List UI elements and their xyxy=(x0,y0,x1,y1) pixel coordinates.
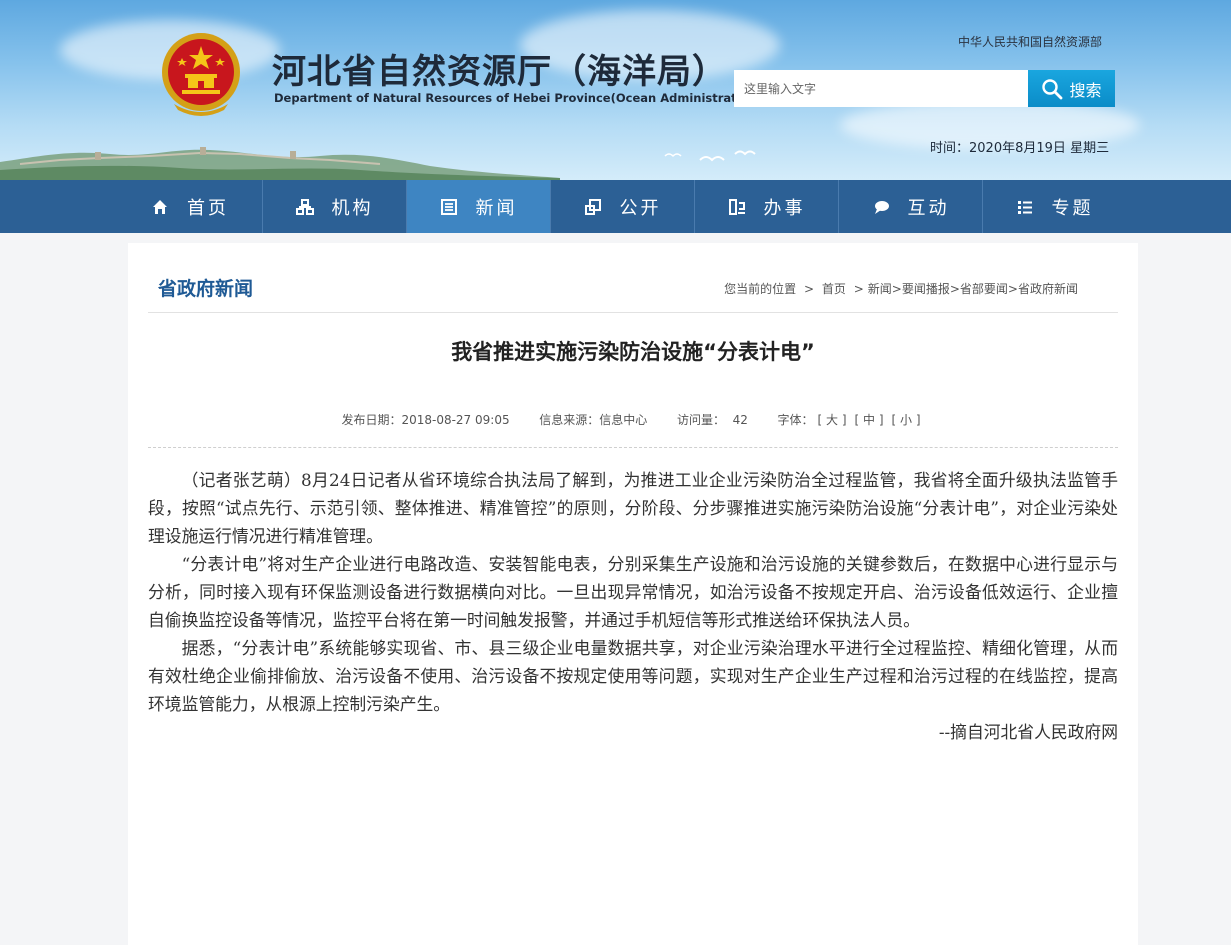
ministry-link[interactable]: 中华人民共和国自然资源部 xyxy=(958,33,1102,50)
list-icon xyxy=(1017,200,1032,214)
weekday: 星期三 xyxy=(1070,141,1110,156)
site-title: 河北省自然资源厅（海洋局） xyxy=(272,52,727,92)
breadcrumb-prefix: 您当前的位置 xyxy=(724,282,797,296)
search-input[interactable] xyxy=(734,70,1028,107)
views-count: 42 xyxy=(732,413,748,427)
search-button-label: 搜索 xyxy=(1069,80,1102,100)
nav-item-label: 办事 xyxy=(763,197,806,219)
font-medium-button[interactable]: [ 中 ] xyxy=(855,413,884,427)
font-size-label: 字体： xyxy=(777,413,814,427)
article-title: 我省推进实施污染防治设施“分表计电” xyxy=(451,340,815,364)
breadcrumb-news[interactable]: 新闻 xyxy=(868,282,892,296)
nav-item-label: 专题 xyxy=(1051,197,1094,219)
views-label: 访问量： xyxy=(676,413,725,427)
date-value: 2020年8月19日 xyxy=(969,141,1066,156)
nav-item-news[interactable]: 新闻 xyxy=(406,180,550,233)
breadcrumb-ministry-news[interactable]: 省部要闻 xyxy=(960,282,1008,296)
org-icon xyxy=(295,198,314,215)
section-title: 省政府新闻 xyxy=(158,278,254,300)
breadcrumb-provincial-news[interactable]: 省政府新闻 xyxy=(1018,282,1078,296)
main-nav: 首页 机构 新闻 公开 办事 互动 专题 xyxy=(0,180,1231,233)
site-header: 河北省自然资源厅（海洋局） Department of Natural Reso… xyxy=(0,0,1231,180)
nav-item-service[interactable]: 办事 xyxy=(694,180,838,233)
date-label: 时间： xyxy=(930,141,970,156)
search-button[interactable]: 搜索 xyxy=(1028,70,1115,107)
nav-item-disclosure[interactable]: 公开 xyxy=(550,180,694,233)
nav-item-label: 首页 xyxy=(187,197,229,219)
nav-item-home[interactable]: 首页 xyxy=(118,180,262,233)
breadcrumb-headlines[interactable]: 要闻播报 xyxy=(902,282,950,296)
article-source-note: --摘自河北省人民政府网 xyxy=(938,722,1118,742)
publish-date: 2018-08-27 09:05 xyxy=(401,413,510,427)
publish-label: 发布日期： xyxy=(341,413,402,427)
chat-icon xyxy=(874,200,889,214)
article-paragraph: 据悉，“分表计电”系统能够实现省、市、县三级企业电量数据共享，对企业污染治理水平… xyxy=(148,638,1118,714)
national-emblem-icon xyxy=(162,33,240,116)
breadcrumb: 您当前的位置 > 首页 > 新闻>要闻播报>省部要闻>省政府新闻 xyxy=(724,282,1078,296)
article-paragraph: “分表计电”将对生产企业进行电路改造、安装智能电表，分别采集生产设施和治污设施的… xyxy=(148,554,1118,630)
source-value: 信息中心 xyxy=(599,413,648,427)
breadcrumb-home[interactable]: 首页 xyxy=(822,282,846,296)
nav-item-label: 公开 xyxy=(619,197,662,219)
nav-item-label: 机构 xyxy=(331,197,374,219)
content-panel: 省政府新闻 您当前的位置 > 首页 > 新闻>要闻播报>省部要闻>省政府新闻 我省… xyxy=(128,243,1138,945)
nav-item-label: 互动 xyxy=(907,197,950,219)
news-icon xyxy=(440,198,457,215)
article-body: （记者张艺萌）8月24日记者从省环境综合执法局了解到，为推进工业企业污染防治全过… xyxy=(148,466,1118,746)
section-divider xyxy=(148,312,1118,313)
nav-item-organization[interactable]: 机构 xyxy=(262,180,406,233)
article-meta: 发布日期：2018-08-27 09:05 信息来源：信息中心 访问量： 42 … xyxy=(128,411,1138,428)
service-icon xyxy=(728,198,745,215)
font-large-button[interactable]: [ 大 ] xyxy=(818,413,847,427)
site-subtitle: Department of Natural Resources of Hebei… xyxy=(274,91,762,105)
search-icon xyxy=(1042,78,1063,99)
source-label: 信息来源： xyxy=(539,413,600,427)
disclosure-icon xyxy=(584,198,601,215)
font-small-button[interactable]: [ 小 ] xyxy=(892,413,921,427)
nav-item-interaction[interactable]: 互动 xyxy=(838,180,982,233)
nav-item-topics[interactable]: 专题 xyxy=(982,180,1126,233)
home-icon xyxy=(153,199,167,214)
article-paragraph: （记者张艺萌）8月24日记者从省环境综合执法局了解到，为推进工业企业污染防治全过… xyxy=(148,470,1118,546)
meta-divider xyxy=(148,447,1118,448)
nav-item-label: 新闻 xyxy=(475,197,518,219)
current-date: 时间：2020年8月19日 星期三 xyxy=(930,137,1109,156)
